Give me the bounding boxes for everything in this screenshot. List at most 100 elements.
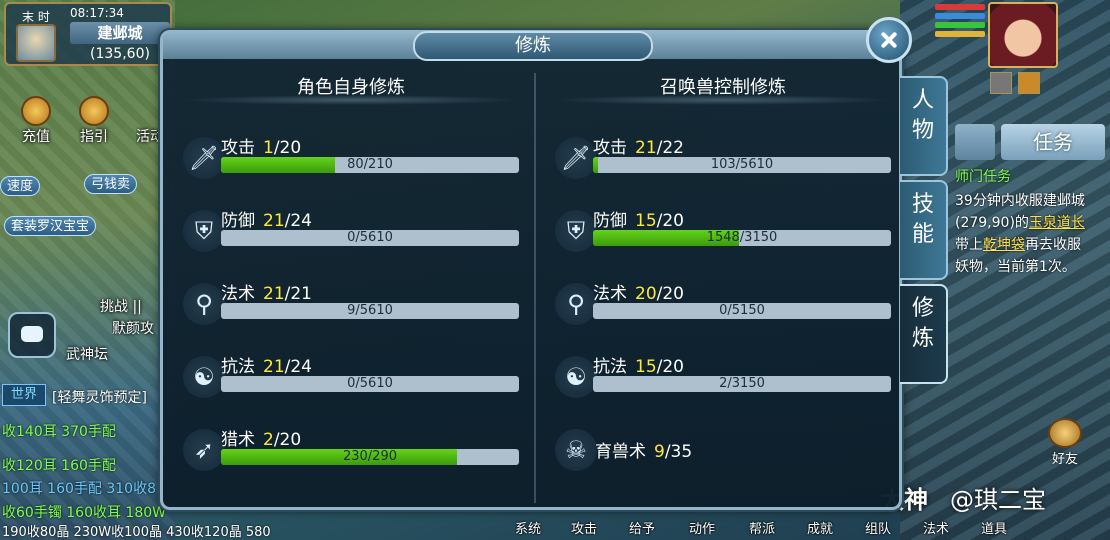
task-title[interactable]: 师门任务 [955, 166, 1011, 186]
progress-bar: 0/5610 [221, 230, 519, 246]
chat-line: 收60手镯 160收耳 180W [2, 505, 167, 521]
training-max-level: /20 [656, 357, 684, 377]
training-row[interactable]: 🗡 攻击 1/20 80/210 [183, 133, 523, 193]
training-row[interactable]: ☠ 育兽术 9/35 [555, 425, 895, 485]
bottom-menu-bar: 系统 攻击 给予 动作 帮派 成就 组队 法术 道具 [505, 512, 1015, 540]
challenge-label[interactable]: 挑战 || [100, 296, 142, 316]
speed-pill[interactable]: 速度 [0, 176, 41, 196]
close-button[interactable] [866, 17, 912, 63]
chat-line: 190收80晶 230W收100晶 430收120晶 580 [2, 525, 271, 540]
training-level: 15 [635, 357, 657, 377]
task-line: 39分钟内收服建邺城 [955, 193, 1085, 209]
menu-spell[interactable]: 法术 [923, 518, 949, 537]
handshake-icon [1048, 418, 1082, 448]
treasure-icon[interactable] [1018, 72, 1040, 94]
menu-guild[interactable]: 帮派 [749, 518, 775, 537]
chat-line: 收120耳 160手配 [2, 458, 116, 474]
progress-text: 103/5610 [710, 157, 774, 172]
training-row[interactable]: 🗡 攻击 21/22 103/5610 [555, 133, 895, 193]
task-line: 妖物，当前第1次。 [955, 259, 1076, 275]
shield-icon: ⛨ [555, 210, 597, 252]
progress-text: 1548/3150 [706, 230, 778, 245]
skull-icon: ☠ [555, 429, 597, 471]
status-bars [935, 4, 985, 44]
menu-system[interactable]: 系统 [515, 518, 541, 537]
training-level: 21 [263, 211, 285, 231]
guide-button[interactable]: 指引 [79, 96, 109, 146]
task-tab[interactable]: 任务 [1001, 124, 1105, 160]
shield-icon: ⛨ [183, 210, 225, 252]
menu-items[interactable]: 道具 [981, 518, 1007, 537]
menu-attack[interactable]: 攻击 [571, 518, 597, 537]
tab-training[interactable]: 修炼 [900, 284, 948, 384]
progress-bar: 0/5150 [593, 303, 891, 319]
training-row[interactable]: ☯ 抗法 21/24 0/5610 [183, 352, 523, 412]
martial-altar-label[interactable]: 武神坛 [66, 344, 108, 364]
menu-team[interactable]: 组队 [865, 518, 891, 537]
minimap-panel[interactable]: 末 时 08:17:34 建邺城 (135,60) [4, 2, 172, 66]
menu-give[interactable]: 给予 [629, 518, 655, 537]
training-max-level: /35 [664, 442, 693, 462]
menu-action[interactable]: 动作 [689, 518, 715, 537]
coordinates: (135,60) [90, 46, 150, 62]
task-tabs: 任务 [955, 124, 1105, 160]
friend-label: 好友 [1051, 452, 1078, 467]
training-row[interactable]: ⚲ 法术 21/21 9/5610 [183, 279, 523, 339]
map-avatar[interactable] [16, 24, 56, 62]
progress-bar: 9/5610 [221, 303, 519, 319]
training-name: 防御 21/24 [221, 211, 312, 231]
progress-text: 9/5610 [347, 303, 393, 318]
sell-bow-pill[interactable]: 弓钱卖 [84, 174, 138, 194]
item-link[interactable]: 乾坤袋 [983, 237, 1025, 253]
training-row[interactable]: ➶ 猎术 2/20 230/290 [183, 425, 523, 485]
training-name: 法术 20/20 [593, 284, 684, 304]
task-line: (279,90)的玉泉道长 [955, 215, 1085, 231]
progress-bar: 1548/3150 [593, 230, 891, 246]
progress-bar: 103/5610 [593, 157, 891, 173]
chat-icon[interactable] [8, 312, 56, 358]
training-max-level: /21 [284, 284, 312, 304]
recharge-icon [21, 96, 51, 126]
progress-bar: 230/290 [221, 449, 519, 465]
training-max-level: /20 [273, 138, 302, 158]
training-level: 21 [263, 357, 285, 377]
tab-character[interactable]: 人物 [900, 76, 948, 176]
dialog-title: 修炼 [413, 31, 653, 61]
bag-icon[interactable] [990, 72, 1012, 94]
title-ornament [181, 95, 521, 105]
npc-link[interactable]: 玉泉道长 [1029, 215, 1085, 231]
city-name: 建邺城 [70, 22, 170, 44]
training-name: 育兽术 9/35 [595, 442, 693, 462]
progress-text: 0/5610 [347, 230, 393, 245]
training-row[interactable]: ☯ 抗法 15/20 2/3150 [555, 352, 895, 412]
progress-bar: 2/3150 [593, 376, 891, 392]
tab-skills[interactable]: 技能 [900, 180, 948, 280]
training-row[interactable]: ⛨ 防御 21/24 0/5610 [183, 206, 523, 266]
column-divider [534, 73, 536, 503]
chat-line: 收140耳 370手配 [2, 424, 116, 440]
recharge-button[interactable]: 充值 [21, 96, 51, 146]
progress-text: 0/5610 [347, 376, 393, 391]
training-level: 1 [263, 138, 274, 158]
menu-achievement[interactable]: 成就 [807, 518, 833, 537]
sword-icon: 🗡 [555, 137, 597, 179]
progress-bar: 0/5610 [221, 376, 519, 392]
friend-button[interactable]: 好友 [1040, 418, 1090, 467]
training-name: 防御 15/20 [593, 211, 684, 231]
training-name: 攻击 1/20 [221, 138, 302, 158]
progress-text: 2/3150 [719, 376, 765, 391]
training-row[interactable]: ⚲ 法术 20/20 0/5150 [555, 279, 895, 339]
training-name: 抗法 21/24 [221, 357, 312, 377]
tab-label: 技能 [911, 192, 934, 247]
set-pet-pill[interactable]: 套装罗汉宝宝 [4, 216, 97, 236]
player-portrait[interactable] [988, 2, 1058, 68]
training-row[interactable]: ⛨ 防御 15/20 1548/3150 [555, 206, 895, 266]
training-max-level: /20 [656, 211, 684, 231]
watermark: 大神 @琪二宝 [880, 480, 1046, 515]
progress-text: 80/210 [347, 157, 393, 172]
training-level: 15 [635, 211, 657, 231]
clock-icon[interactable] [955, 124, 995, 160]
world-channel-tag[interactable]: 世界 [2, 384, 46, 406]
training-max-level: /20 [273, 430, 302, 450]
training-max-level: /24 [284, 211, 312, 231]
